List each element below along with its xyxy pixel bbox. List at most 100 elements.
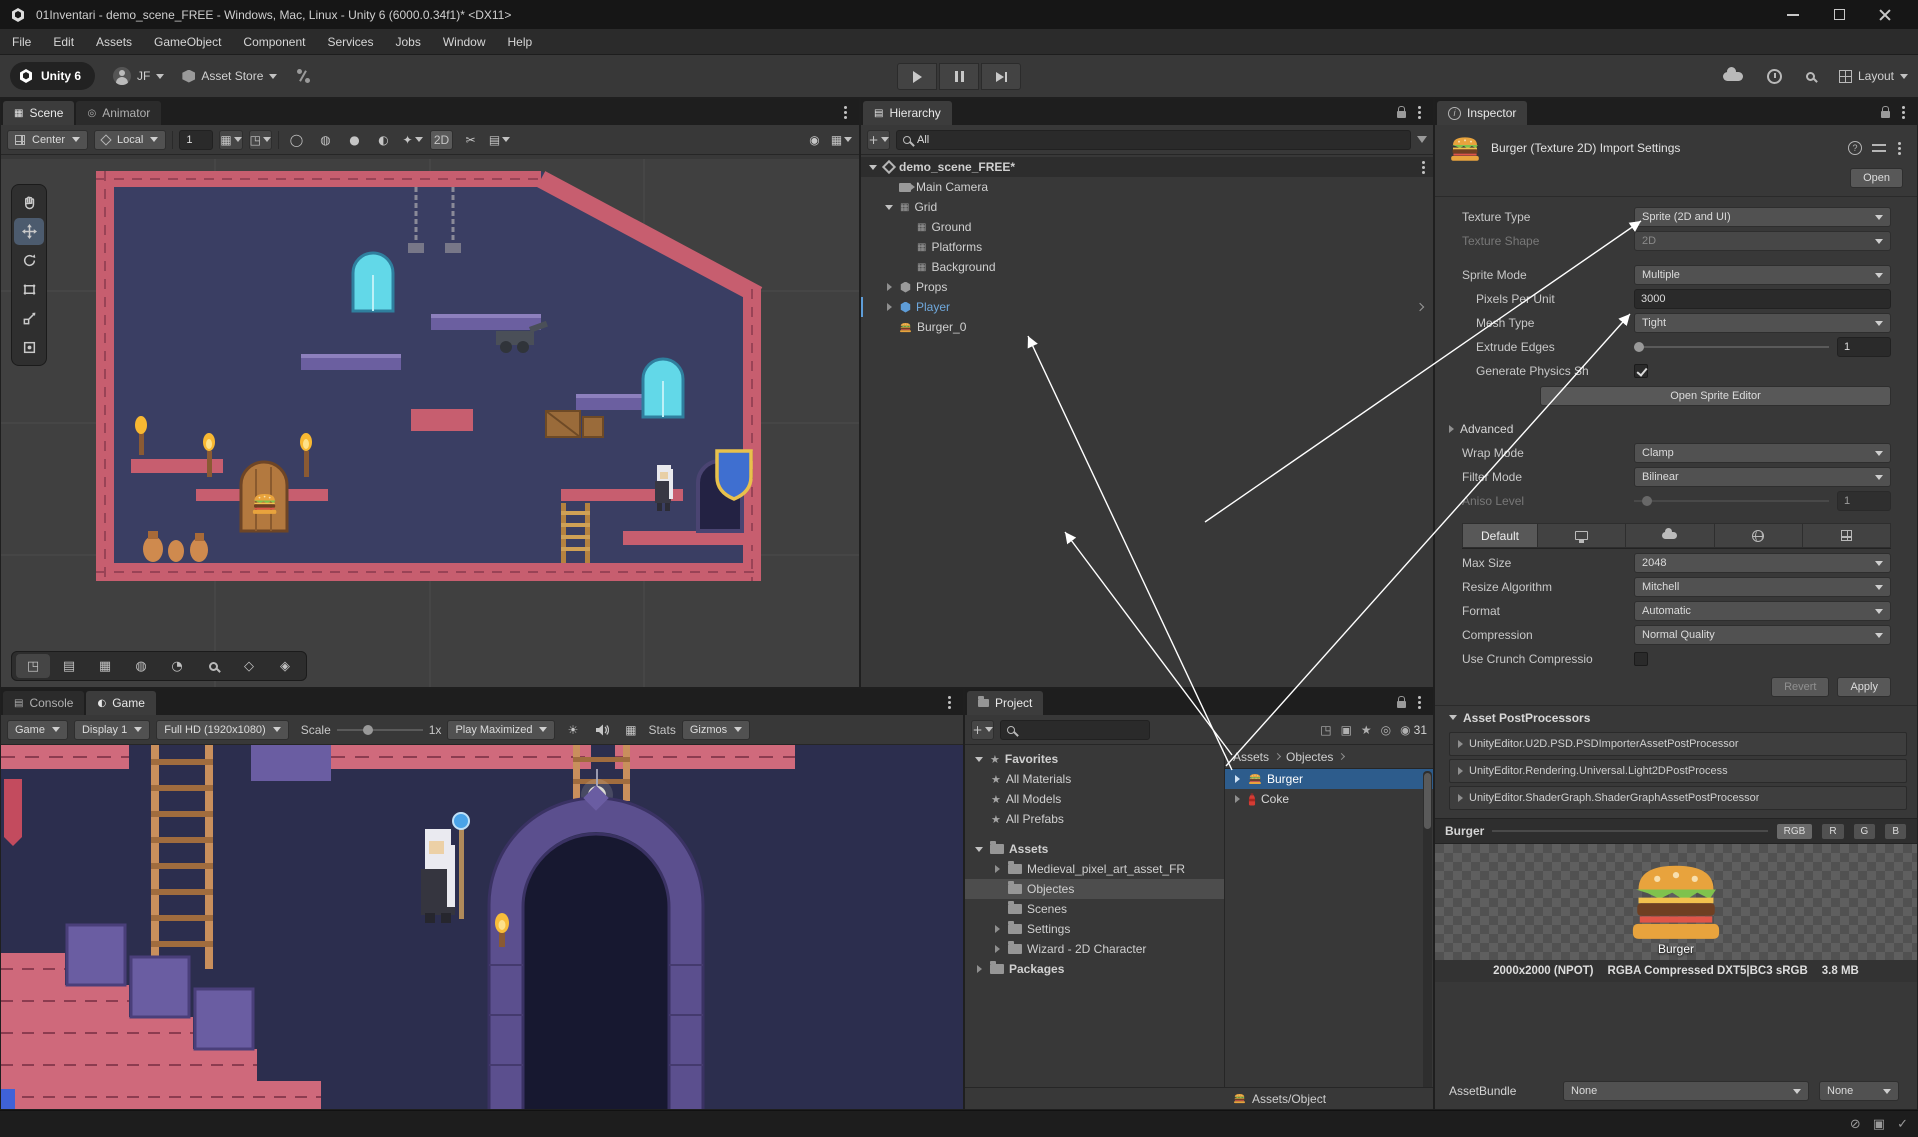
- postprocessor-item[interactable]: UnityEditor.ShaderGraph.ShaderGraphAsset…: [1449, 786, 1907, 810]
- wrap-mode-dropdown[interactable]: Clamp: [1634, 443, 1891, 463]
- game-viewport[interactable]: [1, 745, 963, 1109]
- menu-component[interactable]: Component: [243, 35, 305, 49]
- folder-objectes[interactable]: Objectes: [965, 879, 1224, 899]
- format-dropdown[interactable]: Automatic: [1634, 601, 1891, 621]
- scene-effects-dropdown[interactable]: ✦: [401, 130, 424, 150]
- foldout-open-icon[interactable]: [975, 847, 983, 852]
- step-button[interactable]: [981, 63, 1021, 90]
- lock-icon[interactable]: [1397, 111, 1406, 118]
- assetbundle-dropdown[interactable]: None: [1563, 1081, 1809, 1101]
- open-button[interactable]: Open: [1850, 168, 1903, 188]
- presets-icon[interactable]: [1872, 142, 1886, 154]
- metrics-button[interactable]: ▦: [619, 720, 642, 740]
- platform-tab-standalone[interactable]: [1538, 523, 1626, 548]
- apply-button[interactable]: Apply: [1837, 677, 1891, 697]
- breadcrumb-assets[interactable]: Assets: [1233, 750, 1269, 764]
- mute-audio-button[interactable]: [590, 720, 613, 740]
- extrude-edges-value-field[interactable]: 1: [1837, 337, 1891, 357]
- foldout-closed-icon[interactable]: [995, 945, 1000, 953]
- measure-button[interactable]: ◇: [232, 654, 266, 678]
- move-tool-button[interactable]: [14, 218, 44, 245]
- view-tool-button[interactable]: [14, 189, 44, 216]
- mesh-type-dropdown[interactable]: Tight: [1634, 313, 1891, 333]
- maximize-button[interactable]: [1816, 0, 1862, 29]
- hierarchy-item-props[interactable]: Props: [861, 277, 1433, 297]
- isolation-button[interactable]: ✂: [459, 130, 482, 150]
- file-coke[interactable]: Coke: [1225, 789, 1433, 809]
- hierarchy-item-player[interactable]: Player: [861, 297, 1433, 317]
- project-search-input[interactable]: [1021, 724, 1163, 736]
- breadcrumb-objectes[interactable]: Objectes: [1286, 750, 1333, 764]
- scene-visibility-button[interactable]: ◉: [803, 130, 826, 150]
- favorite-all-materials[interactable]: ★ All Materials: [965, 769, 1224, 789]
- scene-shading-button[interactable]: ●: [343, 130, 366, 150]
- menu-file[interactable]: File: [12, 35, 31, 49]
- pivot-dropdown[interactable]: Center: [7, 130, 88, 150]
- hierarchy-scene-root[interactable]: demo_scene_FREE*: [861, 157, 1433, 177]
- paint-button[interactable]: ◔: [160, 654, 194, 678]
- postprocessors-foldout[interactable]: Asset PostProcessors: [1435, 705, 1917, 729]
- tab-hierarchy[interactable]: ▤ Hierarchy: [863, 101, 952, 125]
- foldout-open-icon[interactable]: [869, 165, 877, 170]
- hidden-count[interactable]: ◉ 31: [1400, 723, 1427, 737]
- revert-button[interactable]: Revert: [1771, 677, 1829, 697]
- menu-gameobject[interactable]: GameObject: [154, 35, 221, 49]
- sprite-mode-dropdown[interactable]: Multiple: [1634, 265, 1891, 285]
- tilemap-button[interactable]: ▦: [88, 654, 122, 678]
- advanced-foldout[interactable]: Advanced: [1435, 417, 1917, 441]
- use-crunch-checkbox[interactable]: [1634, 652, 1648, 666]
- scene-viewport[interactable]: [1, 159, 859, 687]
- play-mode-dropdown[interactable]: Play Maximized: [447, 720, 555, 740]
- open-sprite-editor-button[interactable]: Open Sprite Editor: [1540, 386, 1891, 406]
- stats-button[interactable]: Stats: [648, 720, 675, 740]
- history-icon[interactable]: [1767, 69, 1782, 84]
- channel-rgb-button[interactable]: RGB: [1776, 823, 1814, 840]
- menu-services[interactable]: Services: [327, 35, 373, 49]
- vsync-button[interactable]: ☀: [561, 720, 584, 740]
- inspector-panel-menu-icon[interactable]: [1902, 111, 1905, 114]
- status-ok-icon[interactable]: ✓: [1897, 1117, 1908, 1132]
- unity-hub-button[interactable]: Unity 6: [10, 62, 95, 90]
- display-dropdown[interactable]: Display 1: [74, 720, 150, 740]
- layout-dropdown[interactable]: Layout: [1839, 69, 1908, 83]
- rect-tool-button[interactable]: [14, 276, 44, 303]
- scene-skybox-button[interactable]: ◍: [314, 130, 337, 150]
- favorite-all-prefabs[interactable]: ★ All Prefabs: [965, 809, 1224, 829]
- foldout-closed-icon[interactable]: [995, 865, 1000, 873]
- favorite-all-models[interactable]: ★ All Models: [965, 789, 1224, 809]
- scene-options-icon[interactable]: [1422, 166, 1425, 169]
- prefab-open-chevron-icon[interactable]: [1416, 303, 1424, 311]
- lock-icon[interactable]: [1881, 111, 1890, 118]
- channel-b-button[interactable]: B: [1884, 823, 1907, 840]
- layers-dropdown[interactable]: ▤: [488, 130, 511, 150]
- scene-grid-dropdown[interactable]: ▦: [830, 130, 853, 150]
- close-button[interactable]: [1862, 0, 1908, 29]
- cloud-icon[interactable]: [1723, 72, 1743, 81]
- compression-dropdown[interactable]: Normal Quality: [1634, 625, 1891, 645]
- tab-console[interactable]: ▤ Console: [3, 691, 84, 715]
- assetbundle-variant-dropdown[interactable]: None: [1819, 1081, 1899, 1101]
- help-icon[interactable]: ?: [1848, 141, 1862, 155]
- slider-thumb[interactable]: [1634, 342, 1644, 352]
- platform-tab-web[interactable]: [1715, 523, 1803, 548]
- cache-server-icon[interactable]: ▣: [1873, 1117, 1885, 1132]
- save-search-icon[interactable]: ★: [1361, 723, 1372, 737]
- search-icon[interactable]: [1806, 72, 1815, 81]
- tab-scene[interactable]: ▦ Scene: [3, 101, 74, 125]
- scale-slider-thumb[interactable]: [363, 725, 373, 735]
- lock-icon[interactable]: [1397, 701, 1406, 708]
- scene-lighting-button[interactable]: ◐: [372, 130, 395, 150]
- foldout-closed-icon[interactable]: [887, 303, 892, 311]
- folder-settings[interactable]: Settings: [965, 919, 1224, 939]
- assets-root[interactable]: Assets: [965, 839, 1224, 859]
- hierarchy-item-ground[interactable]: ▦ Ground: [861, 217, 1433, 237]
- scale-tool-button[interactable]: [14, 305, 44, 332]
- foldout-closed-icon[interactable]: [887, 283, 892, 291]
- tile-layers-button[interactable]: ▤: [52, 654, 86, 678]
- rotate-tool-button[interactable]: [14, 247, 44, 274]
- channel-r-button[interactable]: R: [1821, 823, 1844, 840]
- postprocessor-item[interactable]: UnityEditor.Rendering.Universal.Light2DP…: [1449, 759, 1907, 783]
- foldout-closed-icon[interactable]: [995, 925, 1000, 933]
- toggle-2d-button[interactable]: 2D: [430, 130, 453, 150]
- gizmos-dropdown[interactable]: Gizmos: [682, 720, 750, 740]
